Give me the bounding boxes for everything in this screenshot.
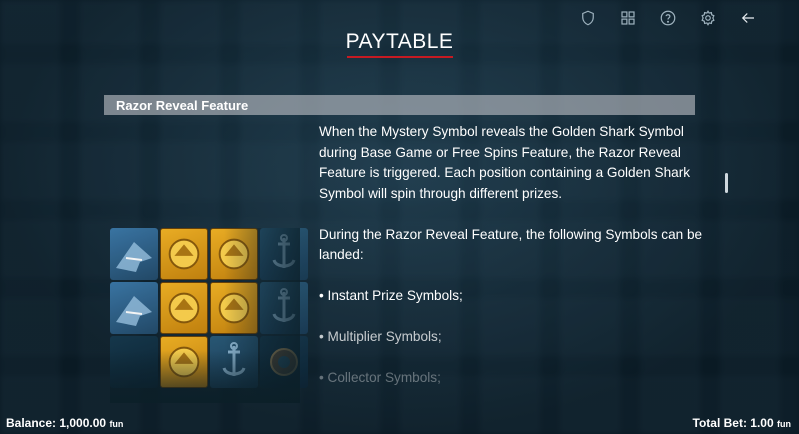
shark-symbol — [110, 228, 158, 280]
section-title: Razor Reveal Feature — [116, 97, 249, 113]
help-icon[interactable] — [657, 8, 679, 28]
balance-value: 1,000.00 — [59, 416, 107, 430]
list-item: • Multiplier Symbols; — [319, 329, 442, 344]
anchor-symbol — [210, 336, 258, 388]
balance-unit: fun — [109, 419, 124, 429]
balance-label: Balance: — [6, 416, 57, 430]
bet-label: Total Bet: — [692, 416, 747, 430]
anchor-symbol — [260, 282, 308, 334]
bet-value: 1.00 — [750, 416, 774, 430]
scrollbar-thumb[interactable] — [725, 173, 728, 193]
section-header: Razor Reveal Feature — [104, 95, 695, 115]
feature-description[interactable]: When the Mystery Symbol reveals the Gold… — [319, 122, 704, 402]
description-paragraph: During the Razor Reveal Feature, the fol… — [319, 226, 703, 263]
title-underline — [347, 56, 453, 58]
shark-symbol — [110, 282, 158, 334]
feature-illustration — [110, 228, 308, 403]
golden-shark-symbol — [210, 282, 258, 334]
blank-symbol — [110, 336, 158, 388]
golden-shark-symbol — [160, 228, 208, 280]
golden-shark-symbol — [210, 228, 258, 280]
bet-unit: fun — [777, 419, 791, 429]
description-paragraph: When the Mystery Symbol reveals the Gold… — [319, 124, 691, 201]
gear-icon[interactable] — [697, 8, 719, 28]
balance-display: Balance: 1,000.00 fun — [6, 416, 123, 430]
diving-helmet-symbol — [260, 336, 308, 388]
page-title: PAYTABLE — [345, 30, 454, 53]
back-arrow-icon[interactable] — [737, 8, 759, 28]
footer-bar: Balance: 1,000.00 fun Total Bet: 1.00 fu… — [0, 414, 799, 432]
golden-shark-symbol — [160, 336, 208, 388]
list-item: • Instant Prize Symbols; — [319, 288, 463, 303]
top-toolbar — [577, 8, 759, 28]
list-item: • Collector Symbols; — [319, 370, 441, 385]
anchor-symbol — [260, 228, 308, 280]
golden-shark-symbol — [160, 282, 208, 334]
grid-icon[interactable] — [617, 8, 639, 28]
shield-icon[interactable] — [577, 8, 599, 28]
total-bet-display: Total Bet: 1.00 fun — [693, 416, 792, 430]
